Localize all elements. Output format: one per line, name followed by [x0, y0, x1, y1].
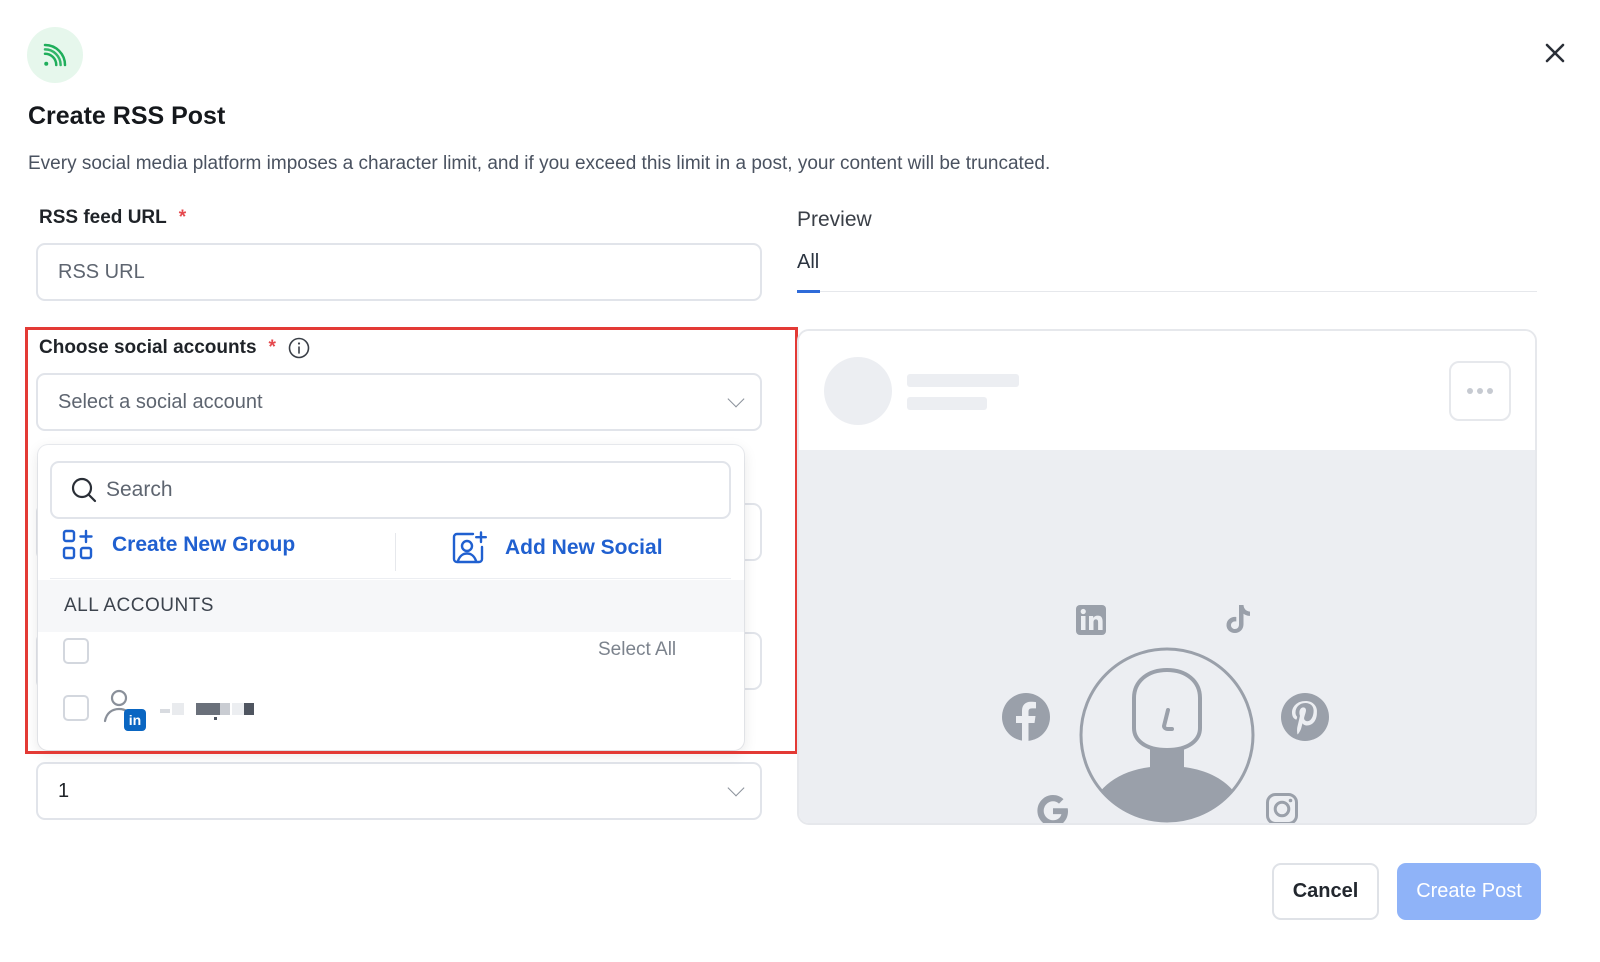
facebook-icon [1002, 693, 1050, 741]
instagram-icon [1266, 793, 1298, 823]
skeleton-line [907, 397, 987, 410]
rss-feed-label: RSS feed URL * [39, 207, 186, 229]
google-icon [1037, 795, 1068, 823]
close-icon [1545, 43, 1565, 63]
highlight-box [25, 327, 798, 754]
page-subtitle: Every social media platform imposes a ch… [28, 153, 1051, 174]
pinterest-icon [1281, 693, 1329, 741]
tabs-divider [820, 291, 1537, 292]
rss-feed-label-text: RSS feed URL [39, 207, 167, 228]
more-icon [1467, 388, 1473, 394]
tab-all[interactable]: All [797, 251, 819, 274]
create-post-button[interactable]: Create Post [1397, 863, 1541, 920]
page-title: Create RSS Post [28, 102, 226, 130]
close-button[interactable] [1538, 36, 1572, 70]
user-avatar-icon [1079, 647, 1255, 823]
preview-header [799, 331, 1535, 450]
rss-icon [27, 27, 83, 83]
linkedin-icon [1076, 605, 1106, 635]
count-select-value: 1 [58, 779, 70, 802]
chevron-down-icon [727, 779, 745, 797]
cancel-button[interactable]: Cancel [1272, 863, 1379, 920]
active-tab-indicator [797, 290, 820, 293]
count-select[interactable]: 1 [36, 762, 762, 820]
more-options-button[interactable] [1449, 361, 1511, 421]
tiktok-icon [1226, 605, 1250, 633]
skeleton-avatar [824, 357, 892, 425]
post-preview-card [797, 329, 1537, 825]
required-mark: * [178, 207, 187, 228]
rss-url-placeholder: RSS URL [58, 260, 145, 283]
rss-url-input[interactable]: RSS URL [36, 243, 762, 301]
skeleton-line [907, 374, 1019, 387]
preview-media-area [799, 450, 1535, 823]
preview-label: Preview [797, 208, 872, 231]
